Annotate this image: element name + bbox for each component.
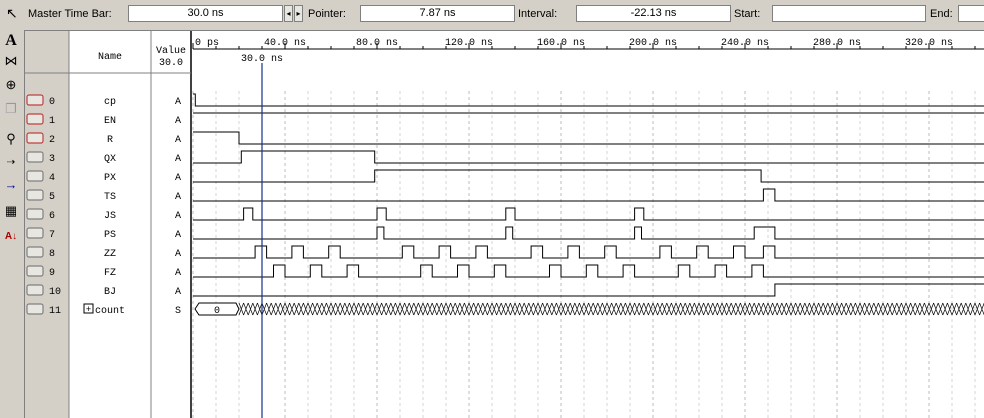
pointer-tool-icon[interactable]: ↖ — [6, 5, 18, 22]
signal-index: 0 — [49, 97, 55, 108]
signal-name[interactable]: cp — [104, 97, 116, 108]
signal-value: A — [175, 154, 181, 165]
goto-icon[interactable]: → — [2, 176, 20, 194]
signal-waveform — [193, 207, 984, 221]
signal-index: 5 — [49, 192, 55, 203]
text-tool-icon[interactable]: A — [2, 32, 20, 50]
signal-value: A — [175, 211, 181, 222]
start-label: Start: — [734, 8, 761, 20]
interval-field[interactable]: -22.13 ns — [576, 5, 731, 22]
signal-waveform — [193, 93, 984, 107]
zoom-icon[interactable]: ⊕ — [2, 76, 20, 94]
signal-value: A — [175, 268, 181, 279]
signal-name[interactable]: PX — [104, 173, 116, 184]
signal-name[interactable]: TS — [104, 192, 116, 203]
find-icon[interactable]: ⚲ — [2, 130, 20, 148]
signal-waveform — [193, 226, 984, 240]
copy-icon[interactable]: ❐ — [2, 100, 20, 118]
value-column-header: Value — [156, 45, 186, 57]
end-field[interactable] — [958, 5, 984, 22]
value-column-time: 30.0 — [159, 58, 183, 69]
signal-name[interactable]: PS — [104, 230, 116, 241]
signal-index: 2 — [49, 135, 55, 146]
signal-index: 11 — [49, 306, 61, 317]
signal-value: A — [175, 287, 181, 298]
signal-pin-icon[interactable] — [26, 132, 44, 144]
waveform-panel: Name Value 30.0 0 ps 40.0 ns 80.0 ns 120.0 ns 1… — [24, 30, 984, 418]
index-column-bg — [25, 31, 69, 418]
signal-name[interactable]: count — [95, 306, 125, 317]
signal-waveform — [193, 150, 984, 164]
waveform-edit-icon[interactable]: ⋈ — [2, 52, 20, 70]
signal-pin-icon[interactable] — [26, 208, 44, 220]
signal-name[interactable]: BJ — [104, 287, 116, 298]
signal-pin-icon[interactable] — [26, 227, 44, 239]
signal-index: 8 — [49, 249, 55, 260]
master-left-arrow-icon[interactable]: ◂ — [284, 5, 293, 22]
master-time-bar-label: Master Time Bar: — [28, 8, 112, 20]
signal-pin-icon[interactable] — [26, 246, 44, 258]
group-icon[interactable]: ▦ — [2, 202, 20, 220]
signal-pin-icon[interactable] — [26, 189, 44, 201]
signal-value: A — [175, 192, 181, 203]
interval-label: Interval: — [518, 8, 558, 20]
signal-index: 1 — [49, 116, 55, 127]
signal-name[interactable]: R — [107, 135, 113, 146]
sort-icon[interactable]: A↓ — [2, 228, 20, 246]
pointer-label: Pointer: — [308, 8, 346, 20]
waveform-svg: NameValue30.00 ps 40.0 ns 80.0 ns 120.0 ns 1… — [25, 31, 984, 418]
expand-icon-glyph[interactable]: + — [86, 305, 91, 315]
signal-waveform — [193, 245, 984, 259]
signal-index: 9 — [49, 268, 55, 279]
signal-value: A — [175, 97, 181, 108]
side-toolbar: A ⋈ ⊕ ❐ ⚲ ⇢ → ▦ A↓ — [0, 30, 22, 417]
replace-icon[interactable]: ⇢ — [2, 154, 20, 172]
signal-waveform — [193, 131, 984, 145]
signal-pin-icon[interactable] — [26, 265, 44, 277]
signal-waveform — [193, 188, 984, 202]
end-label: End: — [930, 8, 953, 20]
bus-transitions — [238, 302, 984, 316]
signal-pin-icon[interactable] — [26, 170, 44, 182]
signal-waveform — [193, 264, 984, 278]
signal-pin-icon[interactable] — [26, 94, 44, 106]
start-field[interactable] — [772, 5, 926, 22]
signal-name[interactable]: JS — [104, 211, 116, 222]
signal-index: 10 — [49, 287, 61, 298]
bus-value: 0 — [214, 306, 220, 317]
signal-index: 4 — [49, 173, 55, 184]
signal-name[interactable]: EN — [104, 116, 116, 127]
signal-name[interactable]: FZ — [104, 268, 116, 279]
pointer-field[interactable]: 7.87 ns — [360, 5, 515, 22]
signal-pin-icon[interactable] — [26, 113, 44, 125]
signal-waveform — [193, 283, 984, 297]
signal-index: 7 — [49, 230, 55, 241]
signal-pin-icon[interactable] — [26, 151, 44, 163]
cursor-time-label: 30.0 ns — [241, 54, 283, 65]
signal-value: S — [175, 306, 181, 317]
name-column-header: Name — [98, 52, 122, 63]
signal-value: A — [175, 116, 181, 127]
signal-pin-icon[interactable] — [26, 303, 44, 315]
signal-waveform — [193, 169, 984, 183]
master-time-bar-field[interactable]: 30.0 ns — [128, 5, 283, 22]
timeline-tick-label: 0 ps — [195, 38, 219, 49]
signal-value: A — [175, 173, 181, 184]
signal-name[interactable]: ZZ — [104, 249, 116, 260]
signal-index: 3 — [49, 154, 55, 165]
signal-index: 6 — [49, 211, 55, 222]
signal-name[interactable]: QX — [104, 154, 116, 165]
signal-value: A — [175, 230, 181, 241]
time-bar-toolbar: ↖ Master Time Bar: 30.0 ns ◂ ▸ Pointer: … — [0, 0, 984, 28]
signal-value: A — [175, 249, 181, 260]
master-right-arrow-icon[interactable]: ▸ — [294, 5, 303, 22]
signal-value: A — [175, 135, 181, 146]
signal-pin-icon[interactable] — [26, 284, 44, 296]
